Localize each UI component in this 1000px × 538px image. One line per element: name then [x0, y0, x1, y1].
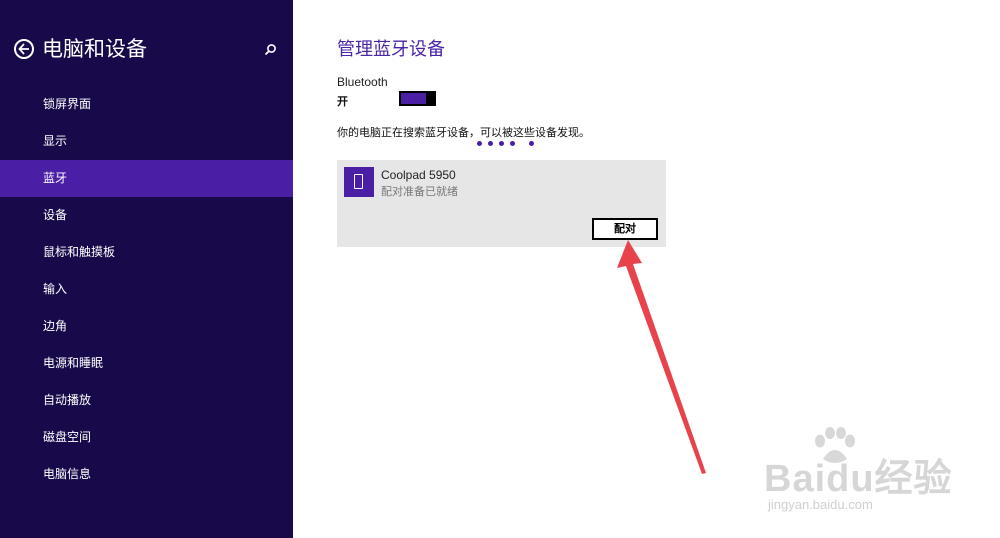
bluetooth-state: 开: [337, 95, 348, 108]
progress-dot: [529, 141, 534, 146]
sidebar-item-label: 蓝牙: [43, 171, 68, 185]
page-title: 管理蓝牙设备: [337, 39, 445, 60]
sidebar-nav: 锁屏界面 显示 蓝牙 设备 鼠标和触摸板 输入 边角 电源和睡眠 自动播放 磁盘…: [0, 86, 293, 493]
progress-dot: [499, 141, 504, 146]
sidebar-item-devices[interactable]: 设备: [0, 197, 293, 234]
device-name: Coolpad 5950: [381, 168, 456, 182]
sidebar-item-label: 显示: [43, 134, 68, 148]
progress-dot: [477, 141, 482, 146]
bluetooth-toggle[interactable]: [399, 91, 436, 106]
sidebar-item-autoplay[interactable]: 自动播放: [0, 382, 293, 419]
sidebar-item-bluetooth[interactable]: 蓝牙: [0, 160, 293, 197]
baidu-watermark: Baidu经验 jingyan.baidu.com: [762, 425, 982, 525]
progress-dot: [510, 141, 515, 146]
sidebar-item-label: 鼠标和触摸板: [43, 245, 116, 259]
sidebar-item-typing[interactable]: 输入: [0, 271, 293, 308]
sidebar-item-label: 输入: [43, 282, 68, 296]
search-icon[interactable]: [262, 42, 278, 58]
sidebar: 电脑和设备 锁屏界面 显示 蓝牙 设备 鼠标和触摸板 输入 边角 电源和睡眠 自…: [0, 0, 293, 538]
watermark-url: jingyan.baidu.com: [768, 497, 873, 512]
back-button[interactable]: [14, 39, 34, 59]
device-card[interactable]: Coolpad 5950 配对准备已就绪 配对: [337, 160, 666, 247]
sidebar-item-label: 边角: [43, 319, 68, 333]
device-status: 配对准备已就绪: [381, 185, 458, 198]
search-status-text: 你的电脑正在搜索蓝牙设备，可以被这些设备发现。: [337, 126, 590, 139]
sidebar-title: 电脑和设备: [42, 37, 147, 61]
progress-dots: [477, 141, 537, 149]
sidebar-item-lock-screen[interactable]: 锁屏界面: [0, 86, 293, 123]
phone-shape: [354, 174, 363, 189]
sidebar-item-label: 磁盘空间: [43, 430, 92, 444]
toggle-thumb: [426, 91, 436, 106]
watermark-brand: Baidu经验: [764, 458, 953, 500]
back-arrow-icon: [18, 43, 29, 55]
progress-dot: [488, 141, 493, 146]
sidebar-item-label: 设备: [43, 208, 68, 222]
sidebar-item-mouse-touchpad[interactable]: 鼠标和触摸板: [0, 234, 293, 271]
sidebar-item-corners[interactable]: 边角: [0, 308, 293, 345]
sidebar-item-pc-info[interactable]: 电脑信息: [0, 456, 293, 493]
sidebar-item-label: 自动播放: [43, 393, 92, 407]
pair-button[interactable]: 配对: [592, 218, 658, 240]
annotation-arrow-shape: [617, 240, 706, 474]
sidebar-item-label: 锁屏界面: [43, 97, 92, 111]
sidebar-item-label: 电脑信息: [43, 467, 92, 481]
sidebar-item-power-sleep[interactable]: 电源和睡眠: [0, 345, 293, 382]
bluetooth-label: Bluetooth: [337, 75, 388, 89]
sidebar-item-disk-space[interactable]: 磁盘空间: [0, 419, 293, 456]
sidebar-item-display[interactable]: 显示: [0, 123, 293, 160]
sidebar-item-label: 电源和睡眠: [43, 356, 104, 370]
phone-icon: [344, 167, 374, 197]
